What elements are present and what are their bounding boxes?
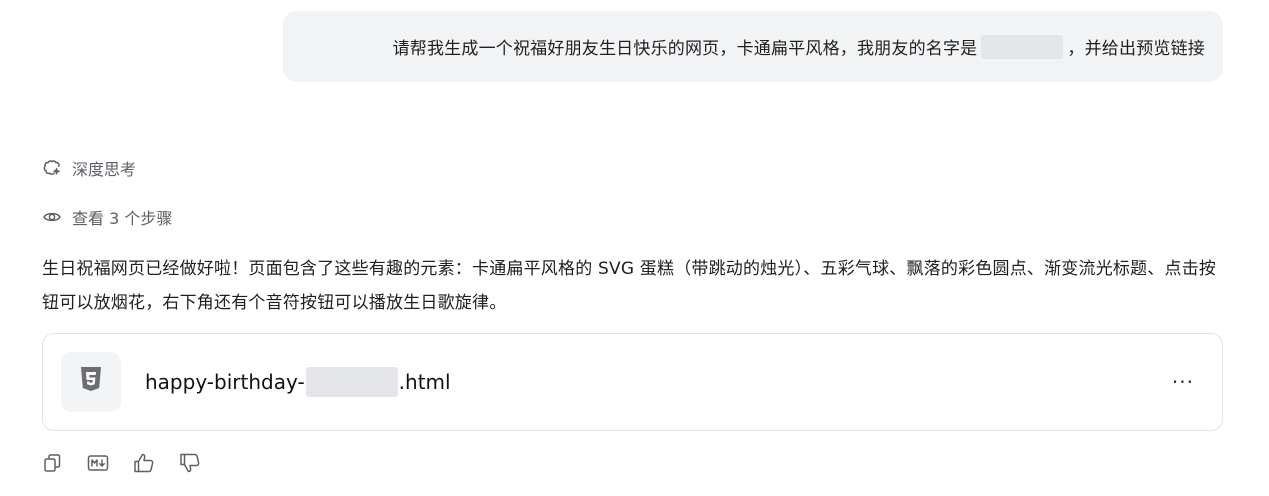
sparkle-brain-icon (42, 158, 62, 178)
file-name-prefix: happy-birthday- (145, 370, 305, 394)
assistant-answer-text: 生日祝福网页已经做好啦！页面包含了这些有趣的元素：卡通扁平风格的 SVG 蛋糕（… (42, 259, 1217, 313)
like-button[interactable] (132, 453, 156, 477)
thumbs-up-icon (133, 452, 155, 478)
file-name[interactable]: happy-birthday- .html (145, 367, 451, 397)
file-name-suffix: .html (398, 370, 451, 394)
eye-icon (42, 207, 62, 227)
file-icon-container (61, 352, 121, 412)
copy-button[interactable] (40, 453, 64, 477)
deep-thinking-toggle[interactable]: 深度思考 (42, 156, 136, 180)
thumbs-down-icon (179, 452, 201, 478)
file-attachment-card[interactable]: happy-birthday- .html ··· (42, 333, 1223, 431)
html5-icon (80, 367, 102, 397)
chat-page: 请帮我生成一个祝福好朋友生日快乐的网页，卡通扁平风格，我朋友的名字是 ，并给出预… (0, 0, 1269, 496)
dislike-button[interactable] (178, 453, 202, 477)
copy-icon (42, 453, 62, 477)
view-steps-label: 查看 3 个步骤 (72, 209, 173, 228)
message-action-bar (40, 453, 202, 477)
view-steps-toggle[interactable]: 查看 3 个步骤 (42, 205, 172, 229)
file-more-button[interactable]: ··· (1162, 366, 1204, 398)
redacted-file-name-part (305, 367, 398, 397)
redacted-name (981, 34, 1064, 59)
markdown-button[interactable] (86, 453, 110, 477)
deep-thinking-label: 深度思考 (72, 160, 137, 179)
user-message-bubble: 请帮我生成一个祝福好朋友生日快乐的网页，卡通扁平风格，我朋友的名字是 ，并给出预… (283, 11, 1223, 82)
user-message-text-after: ，并给出预览链接 (1067, 39, 1205, 59)
markdown-icon (87, 453, 109, 477)
user-message-text-before: 请帮我生成一个祝福好朋友生日快乐的网页，卡通扁平风格，我朋友的名字是 (392, 39, 978, 59)
